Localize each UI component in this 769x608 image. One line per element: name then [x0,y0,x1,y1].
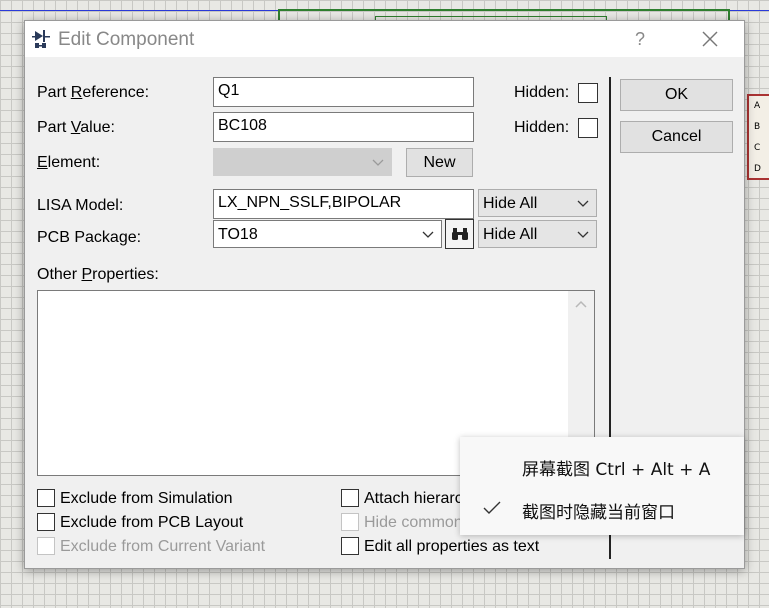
screenshot-context-menu: 屏幕截图 Ctrl + Alt + A 截图时隐藏当前窗口 [460,437,744,535]
pcb-package-value: TO18 [218,226,258,243]
lisa-model-visibility-select[interactable]: Hide All [478,189,597,217]
visibility-value: Hide All [483,226,538,243]
dialog-title: Edit Component [58,29,195,50]
label-accel: R [70,84,83,101]
element-label: Element: [37,154,100,172]
exclude-simulation-label: Exclude from Simulation [60,490,233,507]
transistor-app-icon [32,30,50,48]
chip-pin-label: A [754,101,761,111]
chevron-down-icon [577,231,589,238]
label-text: roperties: [92,266,159,283]
title-bar[interactable]: Edit Component ? [25,21,744,57]
schematic-chip[interactable]: A B C D [747,94,769,180]
exclude-simulation-checkbox[interactable] [37,489,55,507]
attach-hierarchy-checkbox[interactable] [341,489,359,507]
part-value-input[interactable]: BC108 [213,112,474,142]
pcb-package-visibility-select[interactable]: Hide All [478,220,597,248]
cancel-button[interactable]: Cancel [620,121,733,153]
exclude-pcb-checkbox[interactable] [37,513,55,531]
visibility-value: Hide All [483,195,538,212]
part-reference-input[interactable]: Q1 [213,77,474,107]
chip-pin-label: D [754,164,761,174]
lisa-model-label: LISA Model: [37,197,124,214]
label-text: alue: [80,119,115,136]
checkmark-icon [483,501,501,514]
lisa-model-input[interactable]: LX_NPN_SSLF,BIPOLAR [213,189,474,219]
exclude-pcb-label: Exclude from PCB Layout [60,514,244,531]
chevron-down-icon [372,159,384,166]
menu-item-screenshot[interactable]: 屏幕截图 Ctrl + Alt + A [522,455,710,480]
part-reference-hidden-checkbox[interactable] [578,83,598,103]
element-select[interactable] [213,148,392,176]
hide-common-pins-checkbox[interactable] [341,513,359,531]
ok-button[interactable]: OK [620,79,733,111]
chip-pin-label: C [754,143,761,153]
exclude-variant-checkbox[interactable] [37,537,55,555]
menu-item-hide-window[interactable]: 截图时隐藏当前窗口 [522,498,675,523]
chevron-down-icon [577,200,589,207]
help-button[interactable]: ? [623,25,657,53]
chevron-down-icon [422,231,434,238]
label-text: Part [37,84,71,101]
label-accel: V [70,119,81,136]
label-text: Other [37,266,82,283]
label-accel: P [81,266,93,283]
part-reference-hidden-label: Hidden: [514,84,570,101]
label-accel: E [37,154,48,171]
pcb-package-label: PCB Package: [37,229,142,246]
label-text: Part [37,119,71,136]
part-value-hidden-label: Hidden: [514,119,570,136]
part-value-hidden-checkbox[interactable] [578,118,598,138]
new-element-button[interactable]: New [406,148,473,177]
browse-package-button[interactable] [445,219,474,249]
part-value-label: Part Value: [37,119,115,137]
edit-as-text-checkbox[interactable] [341,537,359,555]
edit-as-text-label: Edit all properties as text [364,538,540,555]
part-reference-label: Part Reference: [37,84,149,102]
label-text: lement: [47,154,101,171]
other-properties-label: Other Properties: [37,266,159,284]
pcb-package-select[interactable]: TO18 [213,220,442,248]
binoculars-icon [452,228,468,240]
close-icon[interactable] [693,25,727,53]
chip-pin-label: B [754,122,761,132]
exclude-variant-label: Exclude from Current Variant [60,538,266,555]
scroll-up-icon[interactable] [574,299,588,309]
label-text: eference: [82,84,150,101]
